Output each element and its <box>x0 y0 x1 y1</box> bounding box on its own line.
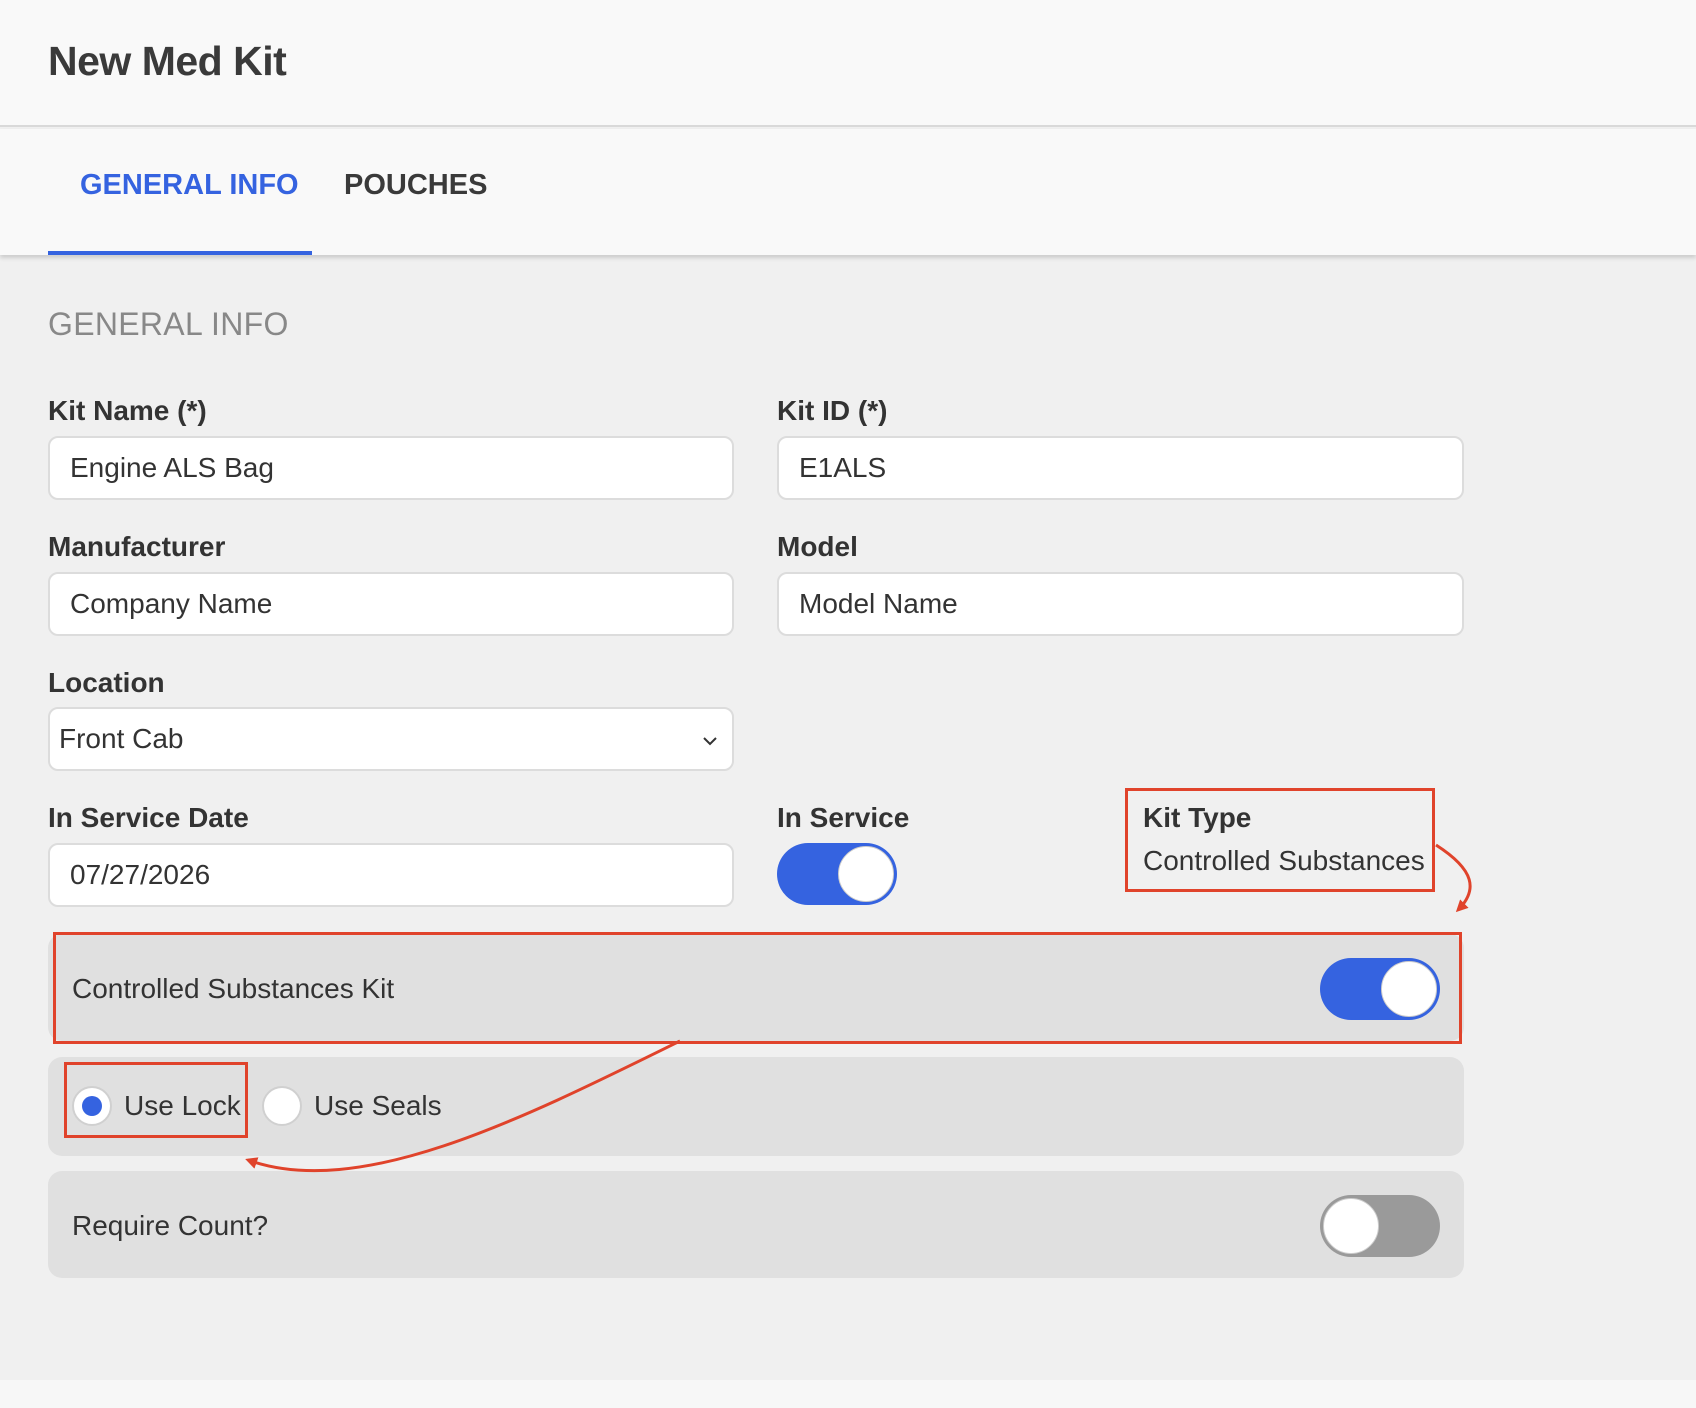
kit-type-label: Kit Type <box>1143 802 1252 833</box>
use-seals-label: Use Seals <box>314 1090 442 1121</box>
section-title: GENERAL INFO <box>48 306 289 342</box>
model-label: Model <box>777 531 858 562</box>
controlled-substances-toggle[interactable] <box>1320 958 1440 1020</box>
location-label: Location <box>48 667 165 698</box>
require-count-panel: Require Count? <box>48 1171 1464 1278</box>
chevron-down-icon <box>703 737 717 746</box>
require-count-toggle[interactable] <box>1320 1195 1440 1257</box>
manufacturer-input[interactable]: Company Name <box>48 572 734 636</box>
kit-name-label: Kit Name (*) <box>48 395 207 426</box>
kit-id-input[interactable]: E1ALS <box>777 436 1464 500</box>
tab-bar: GENERAL INFO POUCHES <box>0 129 1696 255</box>
active-tab-indicator <box>48 251 312 255</box>
manufacturer-label: Manufacturer <box>48 531 226 562</box>
page: New Med Kit GENERAL INFO POUCHES GENERAL… <box>0 0 1696 1380</box>
use-seals-radio[interactable] <box>262 1086 302 1126</box>
kit-type-arrow <box>1435 843 1472 913</box>
tab-pouches[interactable]: POUCHES <box>344 169 487 202</box>
controlled-substances-panel: Controlled Substances Kit <box>48 934 1464 1041</box>
use-lock-option[interactable]: Use Lock <box>72 1086 241 1126</box>
in-service-toggle[interactable] <box>777 843 897 905</box>
in-service-date-label: In Service Date <box>48 802 249 833</box>
in-service-date-input[interactable]: 07/27/2026 <box>48 843 734 907</box>
tab-general-info[interactable]: GENERAL INFO <box>80 169 299 202</box>
toggle-knob <box>1323 1198 1379 1254</box>
use-seals-option[interactable]: Use Seals <box>262 1086 442 1126</box>
kit-id-label: Kit ID (*) <box>777 395 888 426</box>
kit-type-value: Controlled Substances <box>1143 845 1425 876</box>
require-count-label: Require Count? <box>72 1210 269 1241</box>
location-select-value: Front Cab <box>59 723 184 754</box>
location-select[interactable]: Front Cab <box>48 707 734 771</box>
in-service-label: In Service <box>777 802 910 833</box>
model-input[interactable]: Model Name <box>777 572 1464 636</box>
toggle-knob <box>838 846 894 902</box>
use-lock-label: Use Lock <box>124 1090 241 1121</box>
page-title: New Med Kit <box>48 38 287 84</box>
bottom-strip <box>0 1380 1696 1408</box>
page-header: New Med Kit <box>0 0 1696 127</box>
controlled-substances-label: Controlled Substances Kit <box>72 973 395 1004</box>
kit-name-input[interactable]: Engine ALS Bag <box>48 436 734 500</box>
use-lock-radio[interactable] <box>72 1086 112 1126</box>
security-option-panel: Use Lock Use Seals <box>48 1057 1464 1156</box>
toggle-knob <box>1381 961 1437 1017</box>
